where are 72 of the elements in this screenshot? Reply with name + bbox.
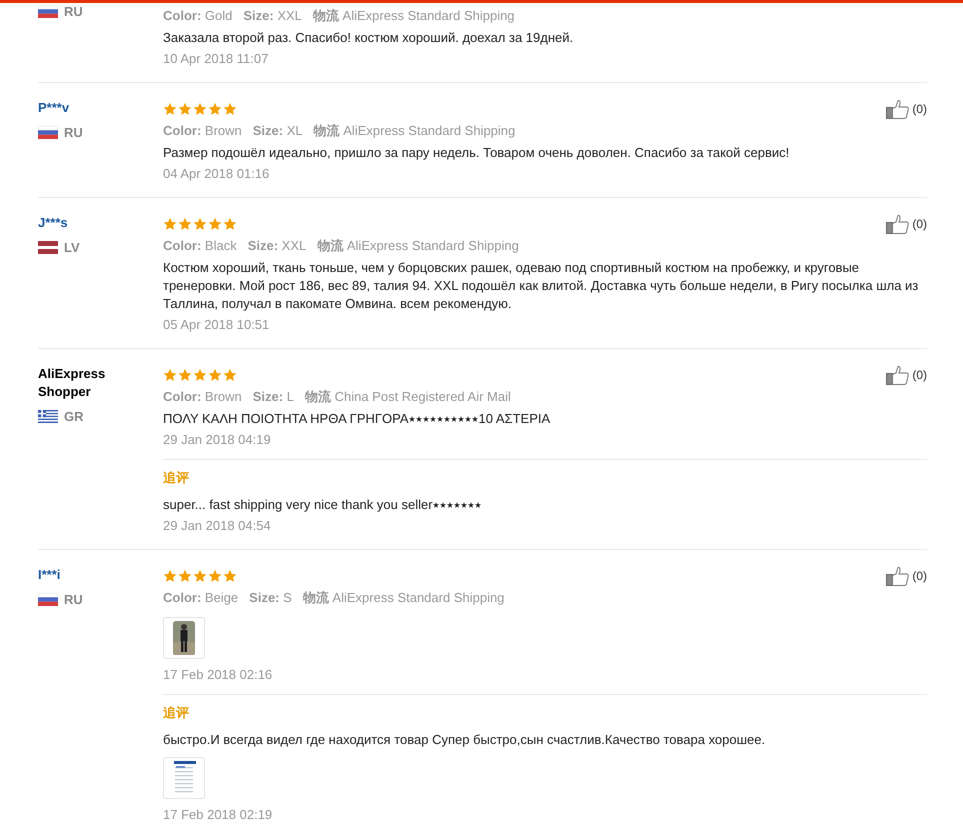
thumbs-up-icon[interactable]: [886, 214, 910, 234]
star-icon: [163, 569, 177, 583]
star-icon: [163, 217, 177, 231]
review-date: 17 Feb 2018 02:16: [163, 666, 274, 684]
star-icon: [193, 368, 207, 382]
reviewer-name[interactable]: J***s: [38, 214, 128, 232]
review-text: ΠΟΛΥ ΚΑΛΗ ΠΟΙΟΤΗΤΑ ΗΡΘΑ ΓΡΗΓΟΡΑ⭑⭑⭑⭑⭑⭑⭑⭑⭑⭑10 ΑΣΤΕΡΙΑ: [163, 410, 552, 428]
size-info: Size: XXL: [248, 237, 306, 255]
review-date: 10 Apr 2018 11:07: [163, 50, 270, 68]
country-code: GR: [64, 409, 84, 424]
star-icon: [178, 368, 192, 382]
review-date: 04 Apr 2018 01:16: [163, 165, 270, 183]
color-info: Color: Brown: [163, 388, 242, 406]
star-icon: [193, 569, 207, 583]
size-info: Size: XXL: [243, 7, 302, 25]
review-date: 05 Apr 2018 10:51: [163, 316, 270, 334]
star-icon: [223, 569, 237, 583]
like-count: (0): [912, 217, 927, 231]
reviewer-name[interactable]: P***v: [38, 99, 128, 117]
color-info: Color: Beige: [163, 589, 238, 607]
star-icon: [178, 102, 192, 116]
star-icon: [208, 368, 222, 382]
shipping-info: 物流 AliExpress Standard Shipping: [312, 7, 515, 25]
star-icon: [223, 368, 237, 382]
reviewer-name[interactable]: AliExpress Shopper: [38, 365, 128, 401]
star-icon: [223, 102, 237, 116]
reviewer-name[interactable]: I***i: [38, 566, 128, 584]
follow-up-text: быстро.И всегда видел где находится товар Супер быстро,сын счастлив.Качество товара хорошее.: [163, 731, 766, 749]
follow-up-text: super... fast shipping very nice thank you seller⭑⭑⭑⭑⭑⭑⭑: [163, 496, 483, 514]
color-info: Color: Gold: [163, 7, 232, 25]
flag-icon: [38, 126, 58, 139]
thumbs-up-icon[interactable]: [886, 365, 910, 385]
color-info: Color: Brown: [163, 122, 242, 140]
size-info: Size: S: [249, 589, 292, 607]
review-text: Заказала второй раз. Спасибо! костюм хороший. доехал за 19дней.: [163, 29, 574, 47]
star-icon: [193, 102, 207, 116]
flag-icon: [38, 5, 58, 18]
star-icon: [163, 102, 177, 116]
follow-up-label: 追评: [163, 469, 190, 487]
thumbs-up-icon[interactable]: [886, 566, 910, 586]
review-date: 17 Feb 2018 02:19: [163, 806, 274, 824]
country-code: LV: [64, 240, 80, 255]
review-date: 29 Jan 2018 04:19: [163, 431, 272, 449]
thumbs-up-icon[interactable]: [886, 99, 910, 119]
like-count: (0): [912, 368, 927, 382]
country-code: RU: [64, 592, 83, 607]
country-code: RU: [64, 4, 83, 19]
flag-icon: [38, 593, 58, 606]
like-count: (0): [912, 569, 927, 583]
follow-up-label: 追评: [163, 704, 190, 722]
size-info: Size: XL: [252, 122, 303, 140]
shipping-info: 物流 AliExpress Standard Shipping: [314, 122, 516, 140]
flag-icon: [38, 241, 58, 254]
star-icon: [208, 569, 222, 583]
star-icon: [208, 102, 222, 116]
shipping-info: 物流 China Post Registered Air Mail: [304, 388, 511, 406]
star-icon: [178, 217, 192, 231]
shipping-info: 物流 AliExpress Standard Shipping: [317, 237, 519, 255]
review-date: 29 Jan 2018 04:54: [163, 517, 272, 535]
review-text: Костюм хороший, ткань тоньше, чем у борцовских рашек, одеваю под спортивный костюм на пробежку, и круговые тренеровки. Мой рост 186, вес 89, талия 94. XXL подошёл как влитой. Доставка чуть больше недели, в Ригу посылка шла из Таллина, получал в пакомате Омвина. всем рекомендую.: [163, 259, 920, 313]
star-icon: [178, 569, 192, 583]
shipping-info: 物流 AliExpress Standard Shipping: [302, 589, 504, 607]
star-icon: [193, 217, 207, 231]
star-icon: [163, 368, 177, 382]
color-info: Color: Black: [163, 237, 237, 255]
country-code: RU: [64, 125, 83, 140]
review-text: Размер подошёл идеально, пришло за пару недель. Товаром очень доволен. Спасибо за такой сервис!: [163, 144, 790, 162]
like-count: (0): [912, 102, 927, 116]
star-icon: [223, 217, 237, 231]
size-info: Size: L: [252, 388, 294, 406]
star-icon: [208, 217, 222, 231]
flag-icon: [38, 410, 58, 423]
